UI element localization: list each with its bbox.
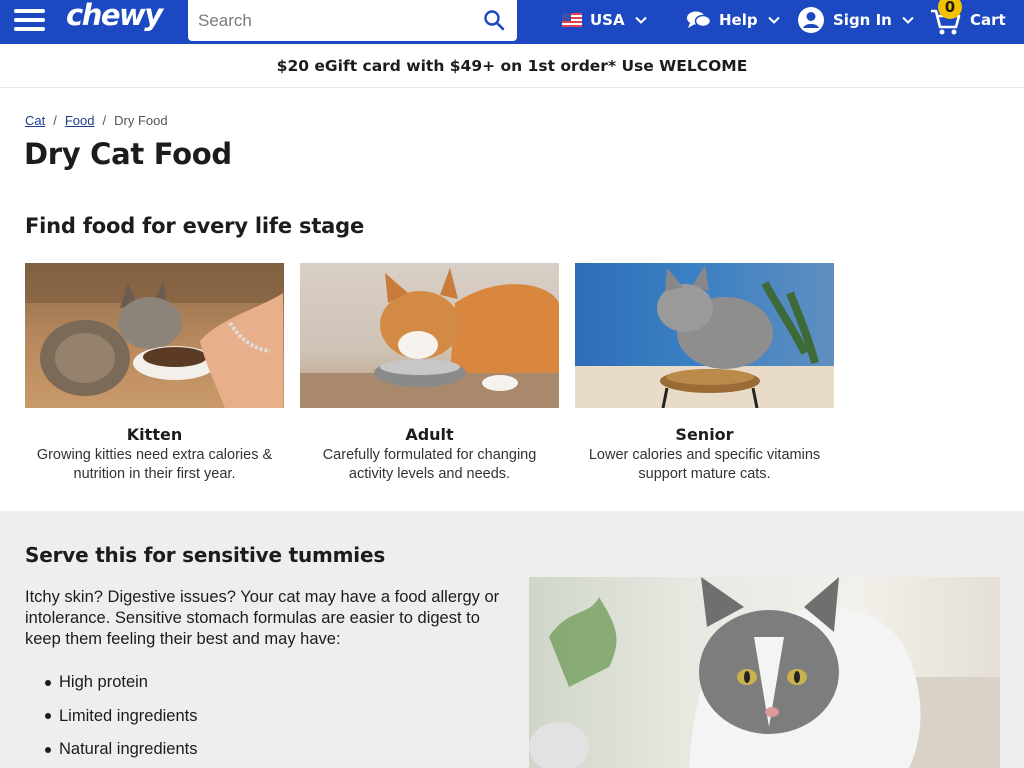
search-input[interactable]: [188, 0, 468, 41]
card-title-kitten: Kitten: [126, 425, 183, 444]
breadcrumb: Cat / Food / Dry Food: [25, 113, 168, 128]
card-desc-senior: Lower calories and specific vitamins sup…: [588, 447, 821, 482]
bullet-icon: [45, 746, 51, 753]
life-stage-card-kitten[interactable]: Kitten Growing kitties need extra calori…: [25, 263, 284, 484]
sensitive-cat-photo: [529, 577, 1000, 768]
promo-banner[interactable]: $20 eGift card with $49+ on 1st order* U…: [0, 44, 1024, 88]
breadcrumb-separator: /: [53, 113, 57, 128]
page-title: Dry Cat Food: [24, 137, 232, 171]
card-desc-adult: Carefully formulated for changing activi…: [322, 447, 537, 482]
life-stage-heading: Find food for every life stage: [25, 214, 365, 238]
sensitive-heading: Serve this for sensitive tummies: [25, 543, 386, 567]
breadcrumb-link-food[interactable]: Food: [65, 113, 95, 128]
chewy-logo[interactable]: chewy: [66, 0, 163, 32]
country-label: USA: [590, 11, 625, 29]
chat-bubbles-icon: [687, 11, 712, 28]
hamburger-menu-icon[interactable]: [12, 6, 48, 34]
adult-cat-photo: [300, 263, 559, 408]
card-title-senior: Senior: [675, 425, 734, 444]
breadcrumb-current: Dry Food: [114, 113, 168, 128]
chevron-down-icon: [902, 16, 914, 24]
list-item-text: Natural ingredients: [59, 740, 198, 759]
top-navigation-bar: chewy USA Help Sign In: [0, 0, 1024, 44]
kitten-photo: [25, 263, 284, 408]
bullet-icon: [45, 713, 51, 720]
list-item: High protein: [45, 666, 198, 700]
chevron-down-icon: [767, 16, 780, 24]
help-label: Help: [719, 11, 758, 29]
breadcrumb-separator: /: [102, 113, 107, 128]
sensitive-benefits-list: High protein Limited ingredients Natural…: [45, 666, 198, 767]
help-menu[interactable]: Help: [686, 0, 781, 40]
sign-in-label: Sign In: [833, 11, 892, 29]
search-box: [188, 0, 517, 41]
user-account-icon: [798, 7, 824, 33]
card-desc-kitten: Growing kitties need extra calories & nu…: [36, 447, 273, 482]
chevron-down-icon: [634, 16, 647, 24]
breadcrumb-link-cat[interactable]: Cat: [25, 113, 45, 128]
bullet-icon: [45, 679, 51, 686]
list-item: Limited ingredients: [45, 700, 198, 734]
list-item: Natural ingredients: [45, 733, 198, 767]
cart-label: Cart: [970, 11, 1006, 29]
life-stage-card-adult[interactable]: Adult Carefully formulated for changing …: [300, 263, 559, 484]
sign-in-menu[interactable]: Sign In: [797, 0, 915, 40]
senior-cat-photo: [575, 263, 834, 408]
us-flag-icon: [562, 13, 582, 27]
life-stage-card-senior[interactable]: Senior Lower calories and specific vitam…: [575, 263, 834, 484]
country-selector[interactable]: USA: [562, 0, 648, 40]
search-icon[interactable]: [482, 8, 506, 32]
list-item-text: High protein: [59, 673, 148, 692]
card-title-adult: Adult: [405, 425, 454, 444]
sensitive-description: Itchy skin? Digestive issues? Your cat m…: [25, 588, 500, 648]
list-item-text: Limited ingredients: [59, 706, 198, 725]
